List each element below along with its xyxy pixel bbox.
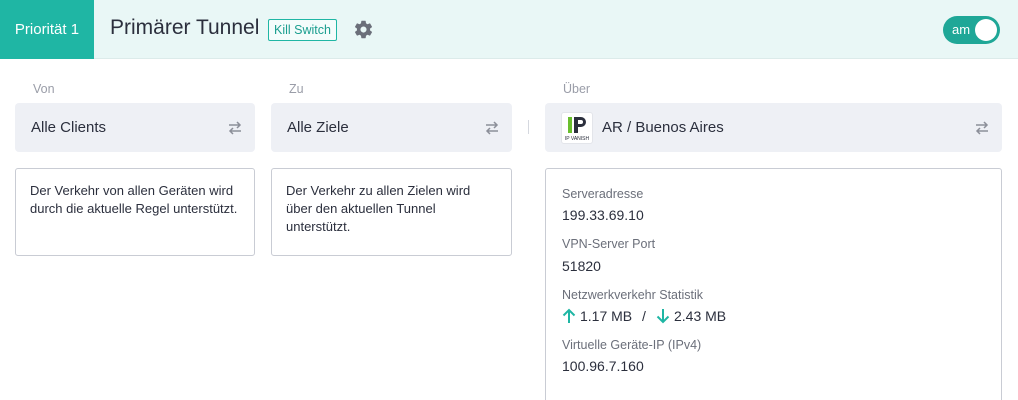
port-label: VPN-Server Port (562, 237, 656, 251)
server-address-value: 199.33.69.10 (562, 207, 644, 223)
virtual-ip-value: 100.96.7.160 (562, 358, 644, 374)
download-value: 2.43 MB (674, 308, 727, 324)
tunnel-title: Primärer Tunnel (110, 16, 260, 39)
gear-icon[interactable] (353, 19, 374, 40)
to-label: Zu (289, 82, 304, 96)
arrow-down-icon (656, 309, 670, 324)
swap-arrows-icon (485, 121, 499, 135)
to-description: Der Verkehr zu allen Zielen wird über de… (271, 168, 512, 256)
toggle-knob (975, 19, 997, 41)
traffic-separator: / (642, 308, 646, 324)
to-select-value: Alle Ziele (287, 119, 349, 136)
from-label: Von (33, 82, 55, 96)
toggle-label: am (952, 22, 971, 37)
from-select-value: Alle Clients (31, 119, 107, 136)
via-select[interactable]: AR / Buenos Aires (545, 103, 1002, 152)
from-description: Der Verkehr von allen Geräten wird durch… (15, 168, 255, 256)
server-info-panel: Serveradresse 199.33.69.10 VPN-Server Po… (545, 168, 1002, 400)
provider-logo: IP VANISH (561, 112, 593, 144)
port-value: 51820 (562, 258, 601, 274)
traffic-stats-label: Netzwerkverkehr Statistik (562, 288, 704, 302)
via-select-value: AR / Buenos Aires (602, 119, 724, 136)
via-label: Über (563, 82, 591, 96)
to-select[interactable]: Alle Ziele (271, 103, 512, 152)
kill-switch-badge: Kill Switch (268, 19, 337, 41)
tunnel-toggle[interactable]: am (943, 16, 1000, 44)
virtual-ip-label: Virtuelle Geräte-IP (IPv4) (562, 338, 702, 352)
from-select[interactable]: Alle Clients (15, 103, 255, 152)
server-address-label: Serveradresse (562, 187, 644, 201)
swap-arrows-icon (975, 121, 989, 135)
upload-value: 1.17 MB (580, 308, 633, 324)
priority-tab[interactable]: Priorität 1 (0, 0, 94, 59)
arrow-up-icon (562, 308, 576, 323)
swap-arrows-icon (228, 121, 242, 135)
column-divider (528, 120, 529, 134)
tunnel-header: Priorität 1 Primärer Tunnel Kill Switch … (0, 0, 1018, 59)
provider-logo-text: IP VANISH (565, 136, 590, 142)
